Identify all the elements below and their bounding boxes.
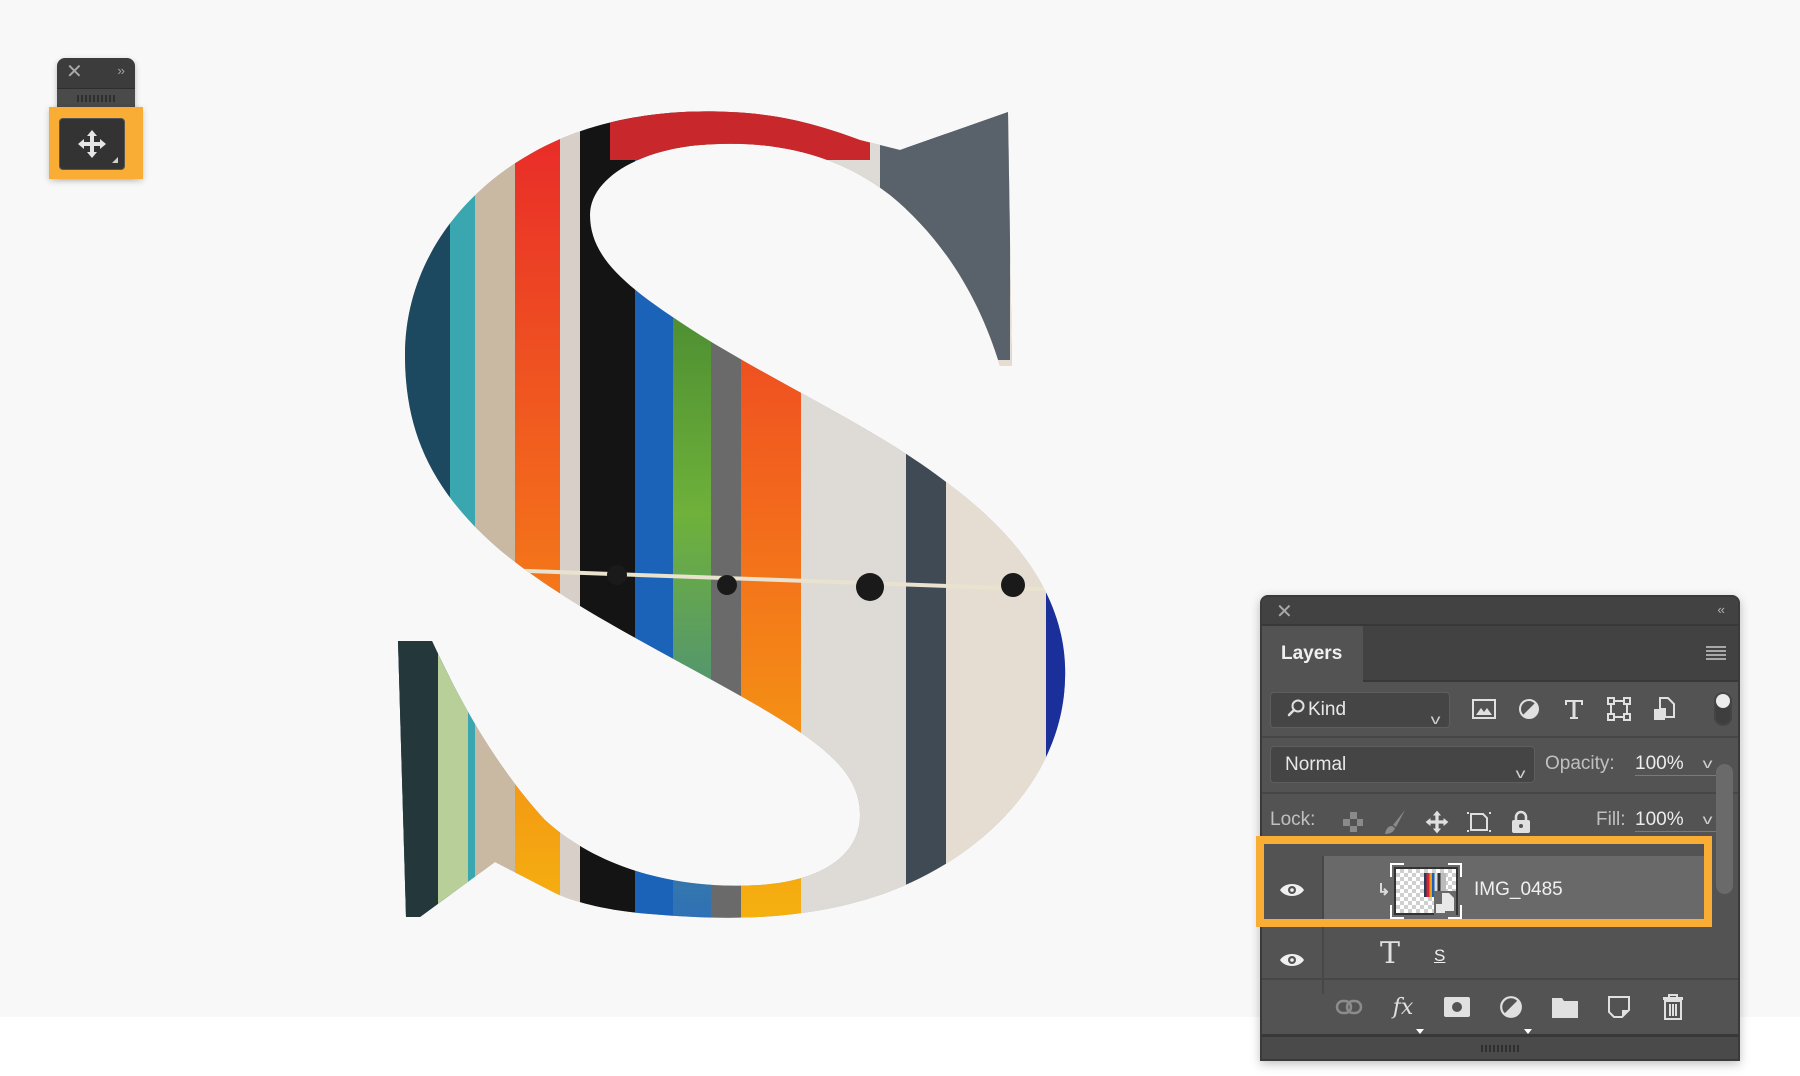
layer-row-img-0485[interactable]: ↳ IMG_0485 — [1262, 856, 1712, 924]
layer-body[interactable]: ↳ IMG_0485 — [1324, 856, 1712, 924]
collapse-panel-icon[interactable]: ‹‹ — [1717, 602, 1725, 617]
fill-label: Fill: — [1596, 809, 1626, 830]
type-filter-icon[interactable] — [1560, 694, 1587, 724]
blend-mode-value: Normal — [1285, 754, 1347, 775]
tool-flyout-indicator — [112, 157, 118, 163]
layers-panel: ✕ ‹‹ Layers Kind v Normal v Opacity: 100… — [1260, 595, 1740, 1061]
fill-chevron-icon[interactable]: v — [1703, 811, 1713, 827]
chevron-down-icon: v — [1430, 711, 1441, 727]
chevron-down-icon: v — [1515, 765, 1526, 781]
delete-layer-icon[interactable] — [1658, 992, 1688, 1022]
layer-filter-row: Kind v — [1262, 682, 1738, 738]
eye-icon — [1280, 884, 1304, 896]
lock-all-icon[interactable] — [1508, 808, 1534, 836]
lock-position-icon[interactable] — [1424, 808, 1450, 836]
expand-panel-icon[interactable]: ›› — [117, 63, 125, 78]
layer-thumbnail[interactable] — [1390, 863, 1462, 919]
add-mask-icon[interactable] — [1442, 992, 1472, 1022]
layer-name: IMG_0485 — [1474, 879, 1563, 900]
filter-kind-dropdown[interactable]: Kind v — [1270, 692, 1450, 728]
lock-transparent-pixels-icon[interactable] — [1340, 808, 1366, 836]
opacity-chevron-icon[interactable]: v — [1703, 755, 1713, 771]
panel-grip[interactable] — [57, 89, 135, 107]
smart-object-filter-icon[interactable] — [1650, 694, 1677, 724]
layers-list: ↳ IMG_0485 T S — [1262, 848, 1738, 998]
move-icon — [78, 130, 106, 158]
layers-tabbar: Layers — [1262, 626, 1738, 682]
layers-panel-titlebar[interactable]: ✕ ‹‹ — [1262, 597, 1738, 626]
opacity-label: Opacity: — [1545, 753, 1615, 774]
smart-object-badge-icon — [1434, 891, 1456, 915]
adjustment-layer-icon[interactable] — [1496, 992, 1532, 1034]
filter-toggle[interactable] — [1714, 692, 1732, 726]
adjustment-filter-icon[interactable] — [1515, 694, 1542, 724]
panel-menu-icon[interactable] — [1706, 646, 1726, 660]
panel-resize-grip[interactable] — [1262, 1034, 1738, 1059]
image-filter-icon[interactable] — [1470, 694, 1497, 724]
lock-label: Lock: — [1270, 809, 1316, 830]
clipping-mask-arrow-icon: ↳ — [1377, 882, 1391, 899]
lock-artboard-icon[interactable] — [1466, 808, 1492, 836]
search-icon — [1287, 699, 1305, 717]
link-layers-icon[interactable] — [1334, 992, 1364, 1022]
eye-icon — [1280, 954, 1304, 966]
layers-footer: fx — [1262, 978, 1738, 1035]
move-tool-highlight — [49, 107, 143, 179]
close-icon[interactable]: ✕ — [1276, 599, 1293, 624]
layer-style-fx-icon[interactable]: fx — [1388, 992, 1424, 1034]
surfboards-photo — [398, 111, 1066, 918]
tab-layers[interactable]: Layers — [1262, 626, 1363, 682]
filter-kind-label: Kind — [1308, 699, 1347, 720]
new-layer-icon[interactable] — [1604, 992, 1634, 1022]
type-layer-icon: T — [1380, 936, 1401, 971]
blend-mode-dropdown[interactable]: Normal v — [1270, 746, 1535, 783]
layer-name: S — [1434, 946, 1446, 965]
close-icon[interactable]: ✕ — [66, 62, 83, 82]
move-tool-button[interactable] — [59, 118, 125, 170]
new-group-icon[interactable] — [1550, 992, 1580, 1022]
lock-row: Lock: Fill: 100% v — [1262, 794, 1738, 848]
lock-image-pixels-icon[interactable] — [1382, 808, 1408, 836]
shape-filter-icon[interactable] — [1605, 694, 1632, 724]
blend-row: Normal v Opacity: 100% v — [1262, 738, 1738, 794]
tools-panel-header[interactable]: ✕ ›› — [57, 58, 135, 89]
visibility-toggle[interactable] — [1262, 856, 1324, 924]
layers-scrollbar[interactable] — [1716, 764, 1733, 894]
